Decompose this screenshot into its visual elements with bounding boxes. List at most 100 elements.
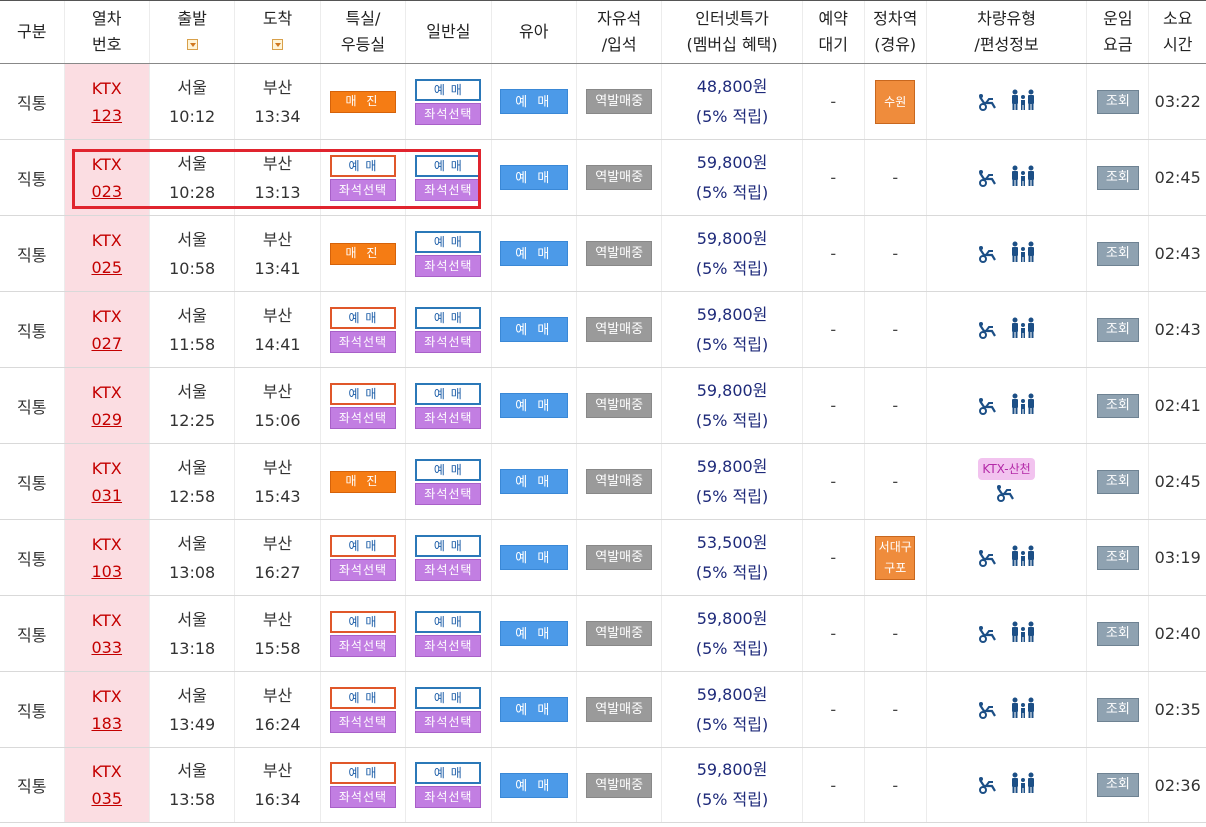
train-number-link[interactable]: 123 <box>65 103 149 129</box>
fare-lookup-button[interactable]: 조회 <box>1096 697 1139 722</box>
special-seat-select-button[interactable]: 좌석선택 <box>329 406 396 429</box>
special-seat-select-button[interactable]: 좌석선택 <box>329 558 396 581</box>
infant-buy-button[interactable]: 예 매 <box>499 772 568 798</box>
infant-buy-button[interactable]: 예 매 <box>499 317 568 342</box>
cell-free-seat: 역발매중 <box>575 215 662 292</box>
cell-duration: 03:22 <box>1148 63 1206 140</box>
general-seat-select-button[interactable]: 좌석선택 <box>415 178 482 201</box>
fare-lookup-button[interactable]: 조회 <box>1096 469 1139 494</box>
infant-buy-button[interactable]: 예 매 <box>499 393 568 418</box>
train-number-link[interactable]: 103 <box>65 559 149 585</box>
cell-web-price: 59,800원 (5% 적립) <box>661 215 803 292</box>
cell-general: 예 매 좌석선택 <box>405 139 492 216</box>
cell-fare: 조회 <box>1086 215 1149 292</box>
web-price: 59,800원 <box>696 608 768 628</box>
general-buy-button[interactable]: 예 매 <box>415 382 482 405</box>
web-price: 59,800원 <box>696 304 768 324</box>
train-number-link[interactable]: 183 <box>65 711 149 737</box>
col-header-arrival[interactable]: 도착 <box>234 0 321 64</box>
ktx-sancheon-badge[interactable]: KTX-산천 <box>978 457 1035 480</box>
cell-arrival: 부산 14:41 <box>234 291 321 368</box>
sort-down-icon[interactable] <box>272 39 284 50</box>
special-buy-button[interactable]: 예 매 <box>329 306 396 329</box>
fare-lookup-button[interactable]: 조회 <box>1096 317 1139 342</box>
cell-free-seat: 역발매중 <box>575 139 662 216</box>
sort-down-icon[interactable] <box>186 39 198 50</box>
stop-station-badge[interactable]: 서대구 구포 <box>875 535 916 580</box>
general-buy-button[interactable]: 예 매 <box>415 230 482 253</box>
general-seat-select-button[interactable]: 좌석선택 <box>415 710 482 733</box>
table-row: 직통 KTX 035 서울 13:58 부산 16:34 예 매 좌석선택 예 매 좌석선택 예 매역… <box>0 747 1206 823</box>
cell-departure: 서울 12:58 <box>148 443 235 520</box>
infant-buy-button[interactable]: 예 매 <box>499 697 568 722</box>
train-number-link[interactable]: 035 <box>65 786 149 812</box>
cell-arrival: 부산 13:13 <box>234 139 321 216</box>
general-buy-button[interactable]: 예 매 <box>415 78 482 101</box>
cell-web-price: 59,800원 (5% 적립) <box>661 367 803 444</box>
arrival-station: 부산 <box>262 685 293 705</box>
fare-lookup-button[interactable]: 조회 <box>1096 545 1139 570</box>
cell-type: 직통 <box>0 63 65 140</box>
general-buy-button[interactable]: 예 매 <box>415 154 482 177</box>
special-buy-button[interactable]: 예 매 <box>329 382 396 405</box>
train-number-link[interactable]: 033 <box>65 635 149 661</box>
special-seat-select-button[interactable]: 좌석선택 <box>329 178 396 201</box>
no-stops: - <box>892 320 899 339</box>
infant-buy-button[interactable]: 예 매 <box>499 621 568 646</box>
fare-lookup-button[interactable]: 조회 <box>1096 773 1139 797</box>
departure-time: 13:18 <box>169 638 216 658</box>
cell-reservation: - <box>801 595 865 672</box>
cell-stops: - <box>863 747 927 823</box>
general-seat-select-button[interactable]: 좌석선택 <box>415 558 482 581</box>
cell-duration: 02:43 <box>1148 291 1206 368</box>
fare-lookup-button[interactable]: 조회 <box>1096 621 1139 646</box>
special-buy-button[interactable]: 예 매 <box>329 534 396 557</box>
special-buy-button[interactable]: 예 매 <box>329 686 396 709</box>
infant-buy-button[interactable]: 예 매 <box>499 545 568 570</box>
general-seat-select-button[interactable]: 좌석선택 <box>415 330 482 353</box>
cell-web-price: 59,800원 (5% 적립) <box>661 671 803 748</box>
general-seat-select-button[interactable]: 좌석선택 <box>415 634 482 657</box>
fare-lookup-button[interactable]: 조회 <box>1096 393 1139 418</box>
general-buy-button[interactable]: 예 매 <box>415 534 482 557</box>
col-header-departure[interactable]: 출발 <box>148 0 235 64</box>
general-seat-select-button[interactable]: 좌석선택 <box>415 254 482 277</box>
fare-lookup-button[interactable]: 조회 <box>1096 89 1139 114</box>
infant-buy-button[interactable]: 예 매 <box>499 241 568 266</box>
general-buy-button[interactable]: 예 매 <box>415 458 482 481</box>
general-seat-select-button[interactable]: 좌석선택 <box>415 482 482 505</box>
general-buy-button[interactable]: 예 매 <box>415 762 482 784</box>
special-seat-select-button[interactable]: 좌석선택 <box>329 710 396 733</box>
cell-special: 예 매 좌석선택 <box>319 671 406 748</box>
infant-buy-button[interactable]: 예 매 <box>499 469 568 494</box>
general-seat-select-button[interactable]: 좌석선택 <box>415 102 482 125</box>
infant-buy-button[interactable]: 예 매 <box>499 165 568 190</box>
general-buy-button[interactable]: 예 매 <box>415 686 482 709</box>
train-number-link[interactable]: 023 <box>65 179 149 205</box>
stop-station-badge[interactable]: 수원 <box>875 79 916 124</box>
train-number-link[interactable]: 029 <box>65 407 149 433</box>
special-buy-button[interactable]: 예 매 <box>329 610 396 633</box>
general-seat-select-button[interactable]: 좌석선택 <box>415 406 482 429</box>
cell-web-price: 48,800원 (5% 적립) <box>661 63 803 140</box>
train-number-link[interactable]: 027 <box>65 331 149 357</box>
special-seat-select-button[interactable]: 좌석선택 <box>329 634 396 657</box>
fare-lookup-button[interactable]: 조회 <box>1096 241 1139 266</box>
general-buy-button[interactable]: 예 매 <box>415 610 482 633</box>
duration: 02:41 <box>1154 396 1201 415</box>
general-buy-button[interactable]: 예 매 <box>415 306 482 329</box>
cell-infant: 예 매 <box>490 63 577 140</box>
special-buy-button[interactable]: 예 매 <box>329 154 396 177</box>
train-number-link[interactable]: 025 <box>65 255 149 281</box>
cell-train-no: KTX 123 <box>63 63 150 140</box>
fare-lookup-button[interactable]: 조회 <box>1096 165 1139 190</box>
arrival-station: 부산 <box>262 457 293 477</box>
family-icon <box>1010 89 1036 111</box>
infant-buy-button[interactable]: 예 매 <box>499 89 568 114</box>
special-buy-button[interactable]: 예 매 <box>329 762 396 784</box>
cell-duration: 02:40 <box>1148 595 1206 672</box>
special-seat-select-button[interactable]: 좌석선택 <box>329 330 396 353</box>
train-number-link[interactable]: 031 <box>65 483 149 509</box>
special-seat-select-button[interactable]: 좌석선택 <box>329 786 396 808</box>
general-seat-select-button[interactable]: 좌석선택 <box>415 786 482 808</box>
